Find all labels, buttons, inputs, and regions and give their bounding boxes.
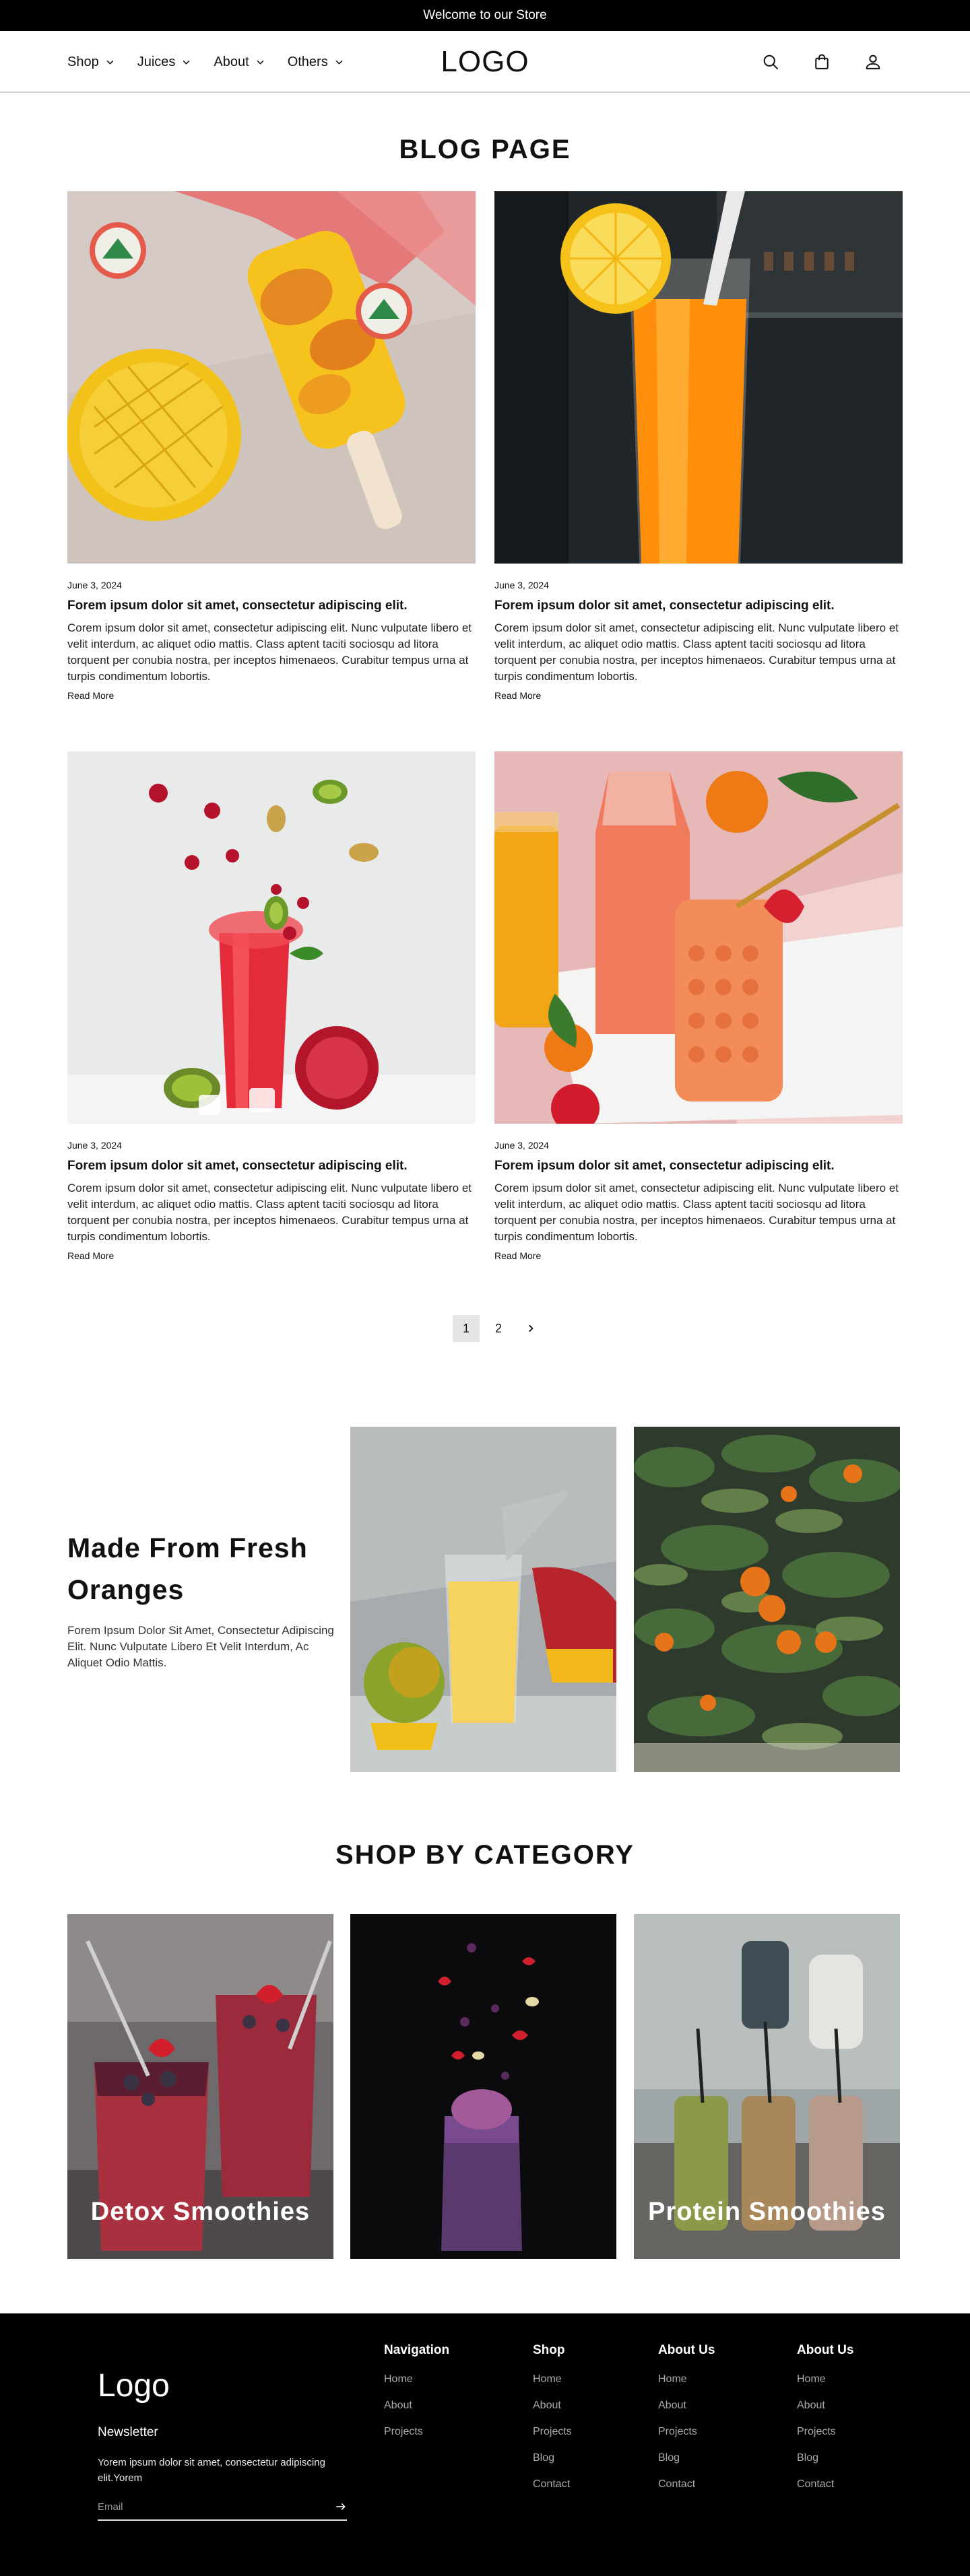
email-input[interactable]	[98, 2501, 300, 2513]
nav-label: Juices	[137, 54, 176, 69]
post-excerpt: Corem ipsum dolor sit amet, consectetur …	[494, 1182, 899, 1243]
footer-col-title: Shop	[533, 2343, 565, 2357]
footer-col-title: Navigation	[384, 2343, 450, 2357]
footer-link-contact[interactable]: Contact	[658, 2471, 715, 2497]
footer-link-about[interactable]: About	[533, 2392, 572, 2418]
mango-smoothie-image	[350, 1427, 616, 1772]
chevron-right-icon	[529, 1324, 534, 1332]
category-label: Detox Smoothies	[90, 2198, 311, 2226]
nav-item-shop[interactable]: Shop	[67, 55, 115, 70]
read-more-link[interactable]: Read More	[67, 690, 114, 701]
category-section-title: SHOP BY CATEGORY	[335, 1840, 635, 1870]
post-image-orange-juice[interactable]	[494, 191, 903, 564]
post-excerpt: Corem ipsum dolor sit amet, consectetur …	[494, 621, 899, 683]
post-title[interactable]: Forem ipsum dolor sit amet, consectetur …	[67, 599, 476, 613]
newsletter-text: Yorem ipsum dolor sit amet, consectetur …	[98, 2457, 325, 2484]
category-card-berry[interactable]	[350, 1914, 616, 2259]
footer-link-projects[interactable]: Projects	[658, 2418, 715, 2445]
next-page-button[interactable]	[517, 1315, 544, 1342]
fresh-section-text: Forem Ipsum Dolor Sit Amet, Consectetur …	[67, 1624, 334, 1669]
footer-link-blog[interactable]: Blog	[797, 2445, 853, 2471]
footer-link-home[interactable]: Home	[384, 2366, 449, 2392]
post-excerpt: Corem ipsum dolor sit amet, consectetur …	[67, 1182, 472, 1243]
page-title: BLOG PAGE	[399, 135, 571, 164]
post-date: June 3, 2024	[494, 1140, 549, 1151]
footer-link-projects[interactable]: Projects	[797, 2418, 853, 2445]
footer-link-projects[interactable]: Projects	[384, 2418, 449, 2445]
page-1-button[interactable]: 1	[453, 1315, 480, 1342]
footer-col-shop: Shop Home About Projects Blog Contact	[533, 2343, 572, 2497]
footer-col-title: About Us	[658, 2343, 715, 2357]
read-more-link[interactable]: Read More	[67, 1250, 114, 1261]
read-more-link[interactable]: Read More	[494, 1250, 541, 1261]
post-image-mango-popsicle[interactable]	[67, 191, 476, 564]
header-actions	[761, 31, 882, 93]
site-logo[interactable]: LOGO	[441, 45, 529, 79]
post-date: June 3, 2024	[67, 1140, 122, 1151]
newsletter-title: Newsletter	[98, 2425, 158, 2439]
footer-link-blog[interactable]: Blog	[533, 2445, 572, 2471]
announcement-bar: Welcome to our Store	[0, 0, 970, 31]
search-icon[interactable]	[761, 53, 780, 71]
nav-item-juices[interactable]: Juices	[137, 55, 191, 70]
footer-link-home[interactable]: Home	[533, 2366, 572, 2392]
blog-card: June 3, 2024 Forem ipsum dolor sit amet,…	[494, 191, 903, 702]
site-footer: Logo Newsletter Yorem ipsum dolor sit am…	[0, 2313, 970, 2576]
fresh-section-title: Made From Fresh Oranges	[67, 1532, 308, 1605]
arrow-right-icon[interactable]	[335, 2501, 347, 2513]
nav-item-about[interactable]: About	[214, 55, 264, 70]
user-icon[interactable]	[864, 53, 882, 71]
footer-col-title: About Us	[797, 2343, 854, 2357]
read-more-link[interactable]: Read More	[494, 690, 541, 701]
post-image-pomegranate-splash[interactable]	[67, 751, 476, 1124]
nav-item-others[interactable]: Others	[288, 55, 344, 70]
category-card-protein[interactable]: Protein Smoothies	[634, 1914, 900, 2259]
orange-tree-image	[634, 1427, 900, 1772]
newsletter-form	[98, 2494, 347, 2521]
announcement-text: Welcome to our Store	[423, 8, 547, 22]
chevron-down-icon	[183, 60, 190, 65]
post-title[interactable]: Forem ipsum dolor sit amet, consectetur …	[494, 599, 903, 613]
main-nav: Shop Juices About Others	[67, 31, 344, 93]
blog-card: June 3, 2024 Forem ipsum dolor sit amet,…	[67, 191, 476, 702]
blog-card: June 3, 2024 Forem ipsum dolor sit amet,…	[494, 751, 903, 1262]
chevron-down-icon	[257, 60, 264, 65]
nav-label: Others	[287, 54, 328, 69]
footer-col-navigation: Navigation Home About Projects	[384, 2343, 449, 2445]
post-date: June 3, 2024	[67, 580, 122, 590]
category-label: Protein Smoothies	[648, 2198, 886, 2226]
footer-col-about-us-2: About Us Home About Projects Blog Contac…	[797, 2343, 853, 2497]
footer-link-blog[interactable]: Blog	[658, 2445, 715, 2471]
nav-label: About	[214, 54, 249, 69]
post-title[interactable]: Forem ipsum dolor sit amet, consectetur …	[494, 1159, 903, 1174]
post-excerpt: Corem ipsum dolor sit amet, consectetur …	[67, 621, 472, 683]
footer-link-contact[interactable]: Contact	[797, 2471, 853, 2497]
footer-link-projects[interactable]: Projects	[533, 2418, 572, 2445]
footer-link-about[interactable]: About	[384, 2392, 449, 2418]
footer-link-contact[interactable]: Contact	[533, 2471, 572, 2497]
footer-link-home[interactable]: Home	[797, 2366, 853, 2392]
footer-link-about[interactable]: About	[797, 2392, 853, 2418]
nav-label: Shop	[67, 54, 99, 69]
post-image-juice-glasses[interactable]	[494, 751, 903, 1124]
site-header: Shop Juices About Others LOGO	[0, 31, 970, 93]
footer-col-about-us: About Us Home About Projects Blog Contac…	[658, 2343, 715, 2497]
category-card-detox[interactable]: Detox Smoothies	[67, 1914, 333, 2259]
footer-link-about[interactable]: About	[658, 2392, 715, 2418]
pagination: 1 2	[453, 1315, 544, 1342]
post-title[interactable]: Forem ipsum dolor sit amet, consectetur …	[67, 1159, 476, 1174]
blog-card: June 3, 2024 Forem ipsum dolor sit amet,…	[67, 751, 476, 1262]
footer-logo[interactable]: Logo	[98, 2367, 170, 2404]
chevron-down-icon	[106, 60, 114, 65]
post-date: June 3, 2024	[494, 580, 549, 590]
footer-link-home[interactable]: Home	[658, 2366, 715, 2392]
bag-icon[interactable]	[812, 53, 831, 71]
chevron-down-icon	[335, 60, 343, 65]
page-2-button[interactable]: 2	[485, 1315, 512, 1342]
